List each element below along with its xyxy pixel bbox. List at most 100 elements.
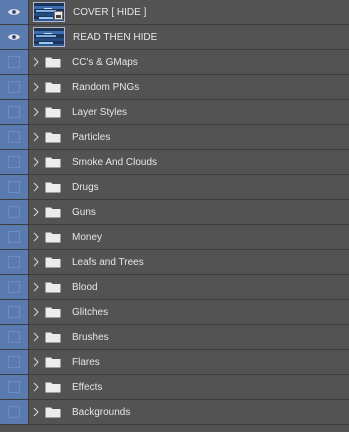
chevron-right-icon[interactable] xyxy=(33,357,39,367)
expand-group-toggle[interactable] xyxy=(31,375,41,399)
group-row[interactable]: Guns xyxy=(0,200,349,225)
visibility-toggle[interactable] xyxy=(0,300,29,324)
group-row[interactable]: Particles xyxy=(0,125,349,150)
visibility-toggle[interactable] xyxy=(0,125,29,149)
chevron-right-icon[interactable] xyxy=(33,107,39,117)
layer-thumbnail xyxy=(33,2,65,22)
chevron-right-icon[interactable] xyxy=(33,57,39,67)
chevron-right-icon[interactable] xyxy=(33,407,39,417)
visibility-toggle[interactable] xyxy=(0,75,29,99)
expand-group-toggle[interactable] xyxy=(31,125,41,149)
empty-visibility-box xyxy=(8,281,20,293)
group-folder xyxy=(44,375,62,399)
visibility-toggle[interactable] xyxy=(0,0,29,24)
group-folder xyxy=(44,250,62,274)
folder-icon xyxy=(45,57,61,68)
layer-row[interactable]: COVER [ HIDE ] xyxy=(0,0,349,25)
expand-group-toggle[interactable] xyxy=(31,300,41,324)
visibility-toggle[interactable] xyxy=(0,150,29,174)
group-row[interactable]: Glitches xyxy=(0,300,349,325)
chevron-right-icon[interactable] xyxy=(33,82,39,92)
group-folder xyxy=(44,275,62,299)
chevron-right-icon[interactable] xyxy=(33,132,39,142)
visibility-toggle[interactable] xyxy=(0,50,29,74)
group-row[interactable]: Leafs and Trees xyxy=(0,250,349,275)
expand-group-toggle[interactable] xyxy=(31,225,41,249)
group-folder xyxy=(44,200,62,224)
visibility-toggle[interactable] xyxy=(0,25,29,49)
visibility-toggle[interactable] xyxy=(0,250,29,274)
expand-group-toggle[interactable] xyxy=(31,50,41,74)
group-folder xyxy=(44,325,62,349)
chevron-right-icon[interactable] xyxy=(33,257,39,267)
expand-group-toggle[interactable] xyxy=(31,250,41,274)
visibility-toggle[interactable] xyxy=(0,350,29,374)
layer-name: READ THEN HIDE xyxy=(73,31,158,43)
chevron-right-icon[interactable] xyxy=(33,157,39,167)
group-name: Backgrounds xyxy=(72,406,131,418)
expand-group-toggle[interactable] xyxy=(31,400,41,424)
expand-group-toggle[interactable] xyxy=(31,275,41,299)
folder-icon xyxy=(45,232,61,243)
expand-group-toggle[interactable] xyxy=(31,150,41,174)
chevron-right-icon[interactable] xyxy=(33,307,39,317)
group-name: Guns xyxy=(72,206,96,218)
visibility-toggle[interactable] xyxy=(0,275,29,299)
group-folder xyxy=(44,125,62,149)
visibility-toggle[interactable] xyxy=(0,175,29,199)
group-folder xyxy=(44,150,62,174)
chevron-right-icon[interactable] xyxy=(33,382,39,392)
expand-group-toggle[interactable] xyxy=(31,100,41,124)
group-name: Flares xyxy=(72,356,100,368)
visibility-toggle[interactable] xyxy=(0,200,29,224)
chevron-right-icon[interactable] xyxy=(33,207,39,217)
group-row[interactable]: Brushes xyxy=(0,325,349,350)
group-row[interactable]: Random PNGs xyxy=(0,75,349,100)
empty-visibility-box xyxy=(8,306,20,318)
group-name: Blood xyxy=(72,281,98,293)
group-name: CC's & GMaps xyxy=(72,56,138,68)
visibility-toggle[interactable] xyxy=(0,375,29,399)
expand-group-toggle[interactable] xyxy=(31,200,41,224)
folder-icon xyxy=(45,382,61,393)
group-folder xyxy=(44,50,62,74)
group-row[interactable]: Smoke And Clouds xyxy=(0,150,349,175)
layer-row[interactable]: READ THEN HIDE xyxy=(0,25,349,50)
group-row[interactable]: Flares xyxy=(0,350,349,375)
group-name: Money xyxy=(72,231,103,243)
group-row[interactable]: Blood xyxy=(0,275,349,300)
chevron-right-icon[interactable] xyxy=(33,182,39,192)
folder-icon xyxy=(45,282,61,293)
group-row[interactable]: Layer Styles xyxy=(0,100,349,125)
visibility-toggle[interactable] xyxy=(0,325,29,349)
group-row[interactable]: Backgrounds xyxy=(0,400,349,425)
expand-group-toggle[interactable] xyxy=(31,175,41,199)
group-row[interactable]: Drugs xyxy=(0,175,349,200)
visibility-toggle[interactable] xyxy=(0,100,29,124)
empty-visibility-box xyxy=(8,231,20,243)
group-folder xyxy=(44,400,62,424)
group-name: Layer Styles xyxy=(72,106,128,118)
group-row[interactable]: CC's & GMaps xyxy=(0,50,349,75)
group-name: Effects xyxy=(72,381,103,393)
folder-icon xyxy=(45,132,61,143)
group-folder xyxy=(44,350,62,374)
expand-group-toggle[interactable] xyxy=(31,325,41,349)
empty-visibility-box xyxy=(8,131,20,143)
empty-visibility-box xyxy=(8,331,20,343)
group-folder xyxy=(44,225,62,249)
folder-icon xyxy=(45,107,61,118)
chevron-right-icon[interactable] xyxy=(33,282,39,292)
group-row[interactable]: Effects xyxy=(0,375,349,400)
expand-group-toggle[interactable] xyxy=(31,75,41,99)
chevron-right-icon[interactable] xyxy=(33,232,39,242)
eye-icon xyxy=(8,34,20,40)
group-row[interactable]: Money xyxy=(0,225,349,250)
folder-icon xyxy=(45,182,61,193)
expand-group-toggle[interactable] xyxy=(31,350,41,374)
empty-visibility-box xyxy=(8,56,20,68)
empty-visibility-box xyxy=(8,106,20,118)
visibility-toggle[interactable] xyxy=(0,225,29,249)
chevron-right-icon[interactable] xyxy=(33,332,39,342)
visibility-toggle[interactable] xyxy=(0,400,29,424)
